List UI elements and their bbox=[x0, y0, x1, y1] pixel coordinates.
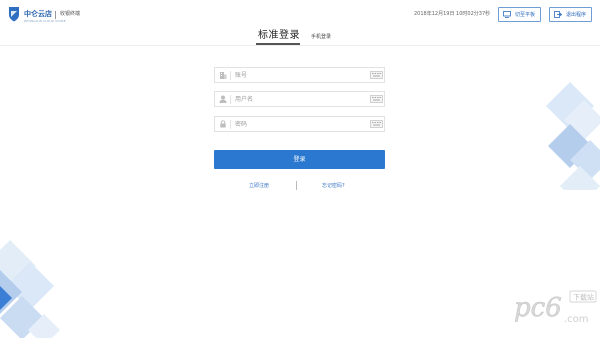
password-input[interactable] bbox=[235, 119, 365, 130]
shield-logo-icon bbox=[9, 7, 19, 22]
username-input[interactable] bbox=[235, 94, 365, 105]
keyboard-icon[interactable] bbox=[370, 95, 383, 103]
watermark-domain-text: .com bbox=[564, 314, 589, 325]
account-input[interactable] bbox=[235, 70, 365, 81]
lock-icon bbox=[220, 120, 226, 128]
forgot-password-link[interactable]: 忘记密码? bbox=[322, 183, 345, 190]
switch-to-tablet-label: 切至平板 bbox=[515, 12, 536, 18]
field-divider bbox=[230, 120, 231, 129]
username-field[interactable] bbox=[214, 91, 385, 107]
register-link[interactable]: 立即注册 bbox=[249, 183, 269, 190]
exit-program-button[interactable]: 退出程序 bbox=[549, 7, 592, 22]
header: 中仑云店 ZHONGLUN CLOUD STORE 收银终端 2018年12月1… bbox=[0, 0, 600, 30]
user-icon bbox=[219, 95, 227, 103]
brand-subtitle: ZHONGLUN CLOUD STORE bbox=[24, 19, 66, 23]
links-divider bbox=[296, 181, 297, 190]
tab-divider bbox=[0, 45, 600, 46]
terminal-subtitle: 收银终端 bbox=[60, 11, 81, 17]
login-button[interactable]: 登录 bbox=[214, 150, 385, 169]
keyboard-icon[interactable] bbox=[370, 71, 383, 79]
tab-mobile-login[interactable]: 手机登录 bbox=[311, 34, 331, 41]
monitor-icon bbox=[503, 11, 511, 18]
field-divider bbox=[230, 95, 231, 104]
decorative-diamonds-right bbox=[546, 82, 600, 190]
brand-name: 中仑云店 bbox=[24, 10, 52, 18]
watermark-logo-text: pc6 bbox=[514, 293, 562, 323]
watermark-badge-text: 下载站 bbox=[573, 293, 594, 302]
field-divider bbox=[230, 71, 231, 80]
decorative-diamonds-left bbox=[0, 240, 60, 338]
datetime-display: 2018年12月19日 10时02分37秒 bbox=[414, 11, 491, 17]
pc6-watermark-logo: pc6 下载站 .com bbox=[514, 290, 597, 325]
exit-icon bbox=[554, 11, 562, 18]
tab-standard-login[interactable]: 标准登录 bbox=[258, 30, 300, 42]
switch-to-tablet-button[interactable]: 切至平板 bbox=[498, 7, 541, 22]
password-field[interactable] bbox=[214, 116, 385, 132]
keyboard-icon[interactable] bbox=[370, 120, 383, 128]
account-field[interactable] bbox=[214, 67, 385, 83]
building-icon bbox=[220, 72, 227, 79]
brand-divider bbox=[55, 11, 56, 19]
exit-program-label: 退出程序 bbox=[566, 12, 587, 18]
